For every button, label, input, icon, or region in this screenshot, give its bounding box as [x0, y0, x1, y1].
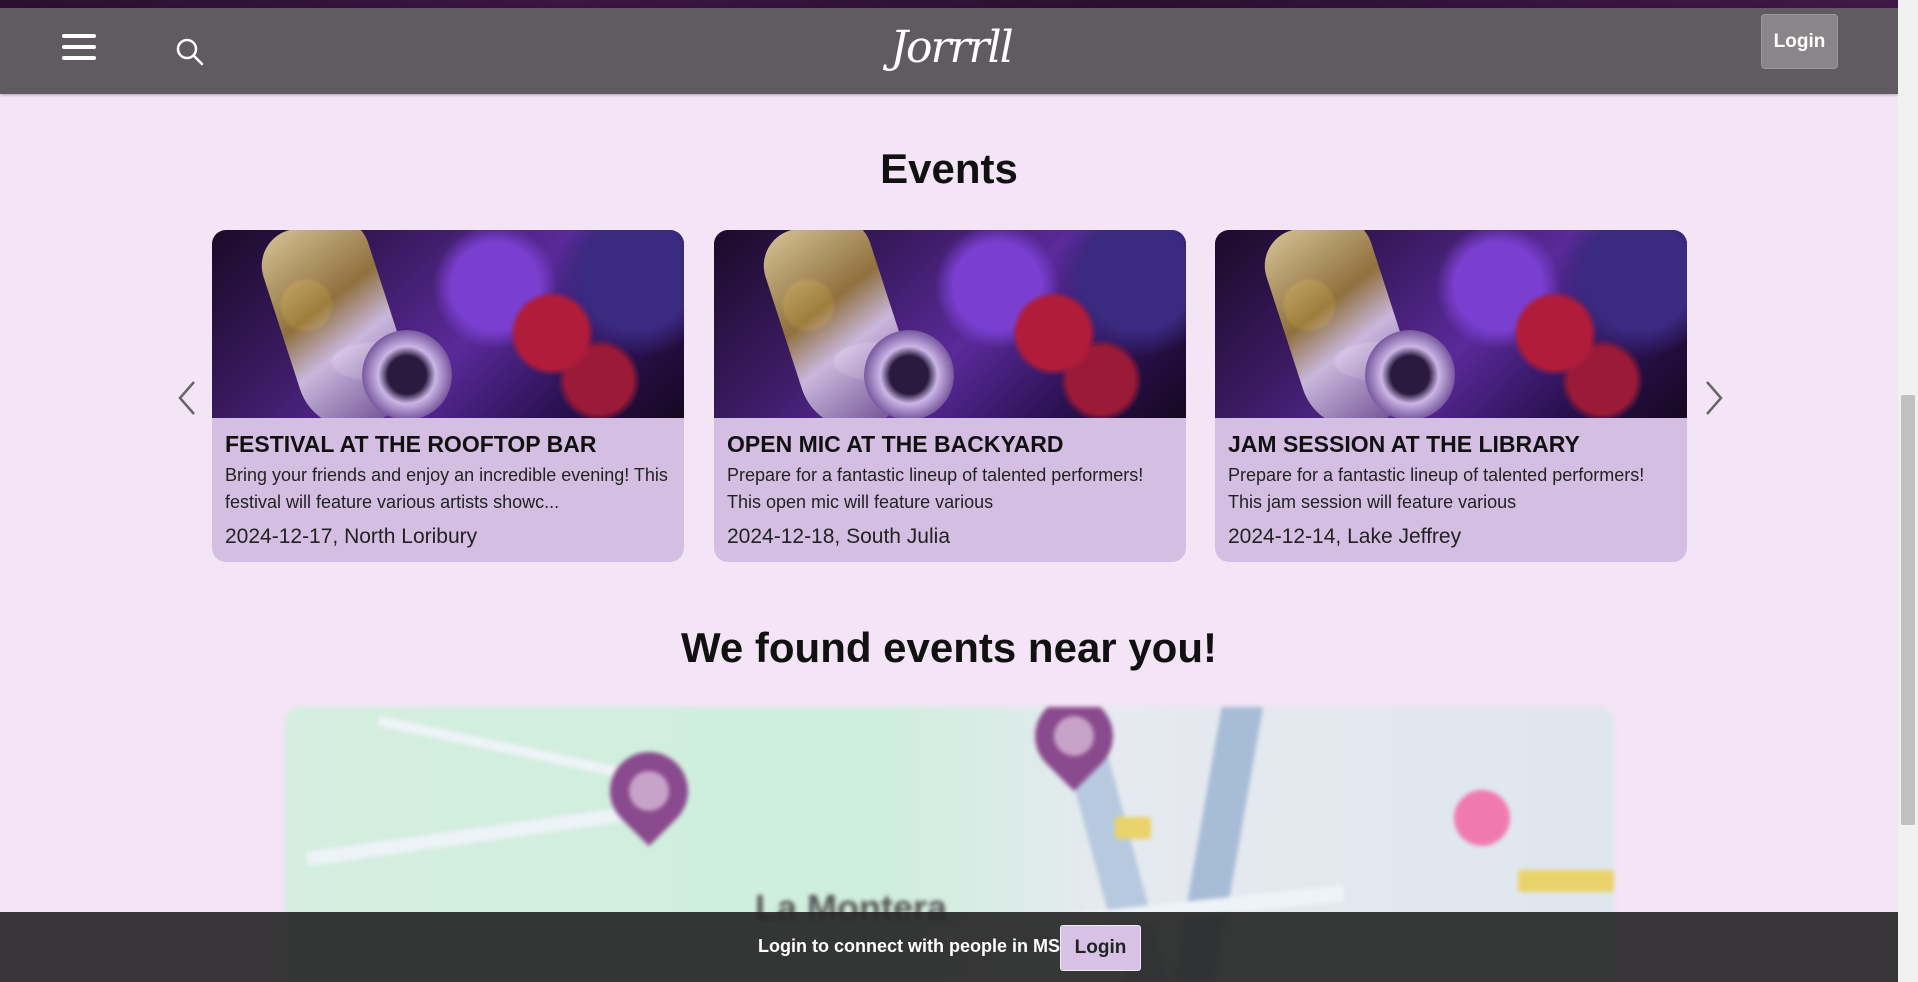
hero-image-strip — [0, 0, 1898, 8]
event-card[interactable]: FESTIVAL AT THE ROOFTOP BAR Bring your f… — [212, 230, 684, 562]
carousel-next-icon[interactable] — [1699, 378, 1729, 418]
event-date-location: 2024-12-18, South Julia — [727, 525, 950, 548]
map-pin-icon[interactable] — [593, 735, 705, 847]
carousel-prev-icon[interactable] — [172, 378, 202, 418]
event-title: JAM SESSION AT THE LIBRARY — [1228, 431, 1580, 457]
nearby-events-heading: We found events near you! — [681, 624, 1217, 671]
event-title: OPEN MIC AT THE BACKYARD — [727, 431, 1064, 457]
map-pin-icon[interactable] — [1018, 707, 1130, 792]
event-description: Prepare for a fantastic lineup of talent… — [727, 465, 1144, 512]
map-road-sign-icon — [1518, 870, 1614, 892]
map-marker-icon — [1454, 790, 1510, 846]
event-card[interactable]: JAM SESSION AT THE LIBRARY Prepare for a… — [1215, 230, 1687, 562]
login-prompt-bar: Login to connect with people in MSN Logi… — [0, 912, 1898, 982]
event-image — [1215, 230, 1687, 418]
site-header: Jorrrll Login — [0, 8, 1898, 94]
login-button[interactable]: Login — [1761, 14, 1838, 69]
event-card[interactable]: OPEN MIC AT THE BACKYARD Prepare for a f… — [714, 230, 1186, 562]
search-icon[interactable] — [174, 36, 206, 68]
event-image — [714, 230, 1186, 418]
event-description: Prepare for a fantastic lineup of talent… — [1228, 465, 1645, 512]
page-scrollbar[interactable] — [1898, 0, 1918, 982]
event-image — [212, 230, 684, 418]
event-title: FESTIVAL AT THE ROOFTOP BAR — [225, 431, 597, 457]
map-road-sign-icon — [1115, 817, 1151, 839]
site-logo[interactable]: Jorrrll — [876, 20, 1026, 76]
events-heading: Events — [880, 145, 1018, 192]
event-date-location: 2024-12-17, North Loribury — [225, 525, 478, 548]
hamburger-menu-icon[interactable] — [62, 34, 96, 68]
login-prompt-text: Login to connect with people in MSN — [758, 936, 1073, 956]
login-prompt-button[interactable]: Login — [1060, 925, 1141, 971]
event-description: Bring your friends and enjoy an incredib… — [225, 465, 668, 512]
scrollbar-thumb[interactable] — [1901, 395, 1915, 825]
event-date-location: 2024-12-14, Lake Jeffrey — [1228, 525, 1462, 548]
